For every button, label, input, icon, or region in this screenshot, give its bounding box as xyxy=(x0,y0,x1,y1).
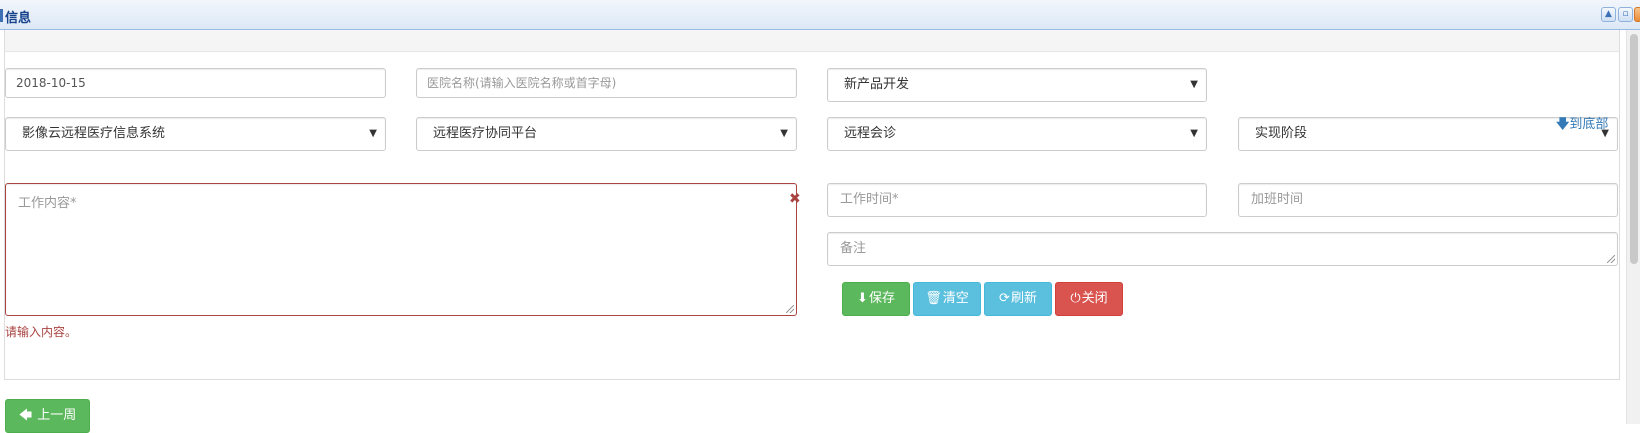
refresh-icon: ⟳ xyxy=(999,291,1010,306)
platform-select[interactable]: 远程医疗协同平台 ▼ xyxy=(416,117,797,151)
work-time-placeholder: 工作时间* xyxy=(840,192,899,207)
restore-icon[interactable]: ▫ xyxy=(1618,7,1633,22)
overtime-input[interactable]: 加班时间 xyxy=(1238,183,1618,217)
chevron-down-icon: ▼ xyxy=(1190,79,1198,90)
system-selected: 影像云远程医疗信息系统 xyxy=(22,126,166,141)
arrow-left-icon: 🡄 xyxy=(18,408,33,423)
title-accent-bar xyxy=(0,9,3,22)
prev-week-button[interactable]: 🡄 上一周 xyxy=(5,399,90,433)
category-selected: 新产品开发 xyxy=(844,77,910,92)
scrollbar-thumb[interactable] xyxy=(1630,34,1638,264)
work-time-input[interactable]: 工作时间* xyxy=(827,183,1207,217)
download-icon: ⬇ xyxy=(857,291,868,306)
save-button[interactable]: ⬇保存 xyxy=(842,282,910,316)
panel-header-stripe xyxy=(5,30,1619,52)
to-bottom-label: 到底部 xyxy=(1569,117,1609,132)
remark-placeholder: 备注 xyxy=(840,241,867,256)
trash-icon: 🗑 xyxy=(925,291,942,306)
hospital-placeholder: 医院名称(请输入医院名称或首字母) xyxy=(427,76,617,90)
arrow-down-icon: 🡇 xyxy=(1556,117,1570,132)
work-content-placeholder: 工作内容* xyxy=(18,196,77,211)
clear-button[interactable]: 🗑清空 xyxy=(913,282,981,316)
collapse-icon[interactable]: ▲ xyxy=(1601,7,1616,22)
resize-grip[interactable] xyxy=(786,305,794,313)
chevron-down-icon: ▼ xyxy=(780,128,788,139)
refresh-label: 刷新 xyxy=(1010,291,1037,306)
save-label: 保存 xyxy=(868,291,895,306)
work-content-textarea[interactable]: 工作内容* xyxy=(5,183,797,316)
overtime-placeholder: 加班时间 xyxy=(1251,192,1304,207)
clear-label: 清空 xyxy=(942,291,969,306)
resize-grip[interactable] xyxy=(1607,255,1615,263)
module-select[interactable]: 远程会诊 ▼ xyxy=(827,117,1207,151)
module-selected: 远程会诊 xyxy=(844,126,897,141)
window-titlebar: 信息 ▲ ▫ xyxy=(0,0,1640,30)
system-select[interactable]: 影像云远程医疗信息系统 ▼ xyxy=(5,117,386,151)
close-icon[interactable] xyxy=(1634,7,1640,22)
prev-week-label: 上一周 xyxy=(37,408,77,423)
platform-selected: 远程医疗协同平台 xyxy=(433,126,538,141)
date-input[interactable]: 2018-10-15 xyxy=(5,68,386,98)
category-select[interactable]: 新产品开发 ▼ xyxy=(827,68,1207,102)
stage-selected: 实现阶段 xyxy=(1255,126,1308,141)
chevron-down-icon: ▼ xyxy=(369,128,377,139)
close-button[interactable]: ⏻关闭 xyxy=(1055,282,1123,316)
chevron-down-icon: ▼ xyxy=(1190,128,1198,139)
vertical-scrollbar[interactable] xyxy=(1626,30,1640,424)
error-x-icon: ✖ xyxy=(789,191,801,207)
window-title: 信息 xyxy=(5,11,32,26)
close-label: 关闭 xyxy=(1081,291,1108,306)
to-bottom-link[interactable]: 🡇到底部 xyxy=(1556,113,1608,137)
hospital-input[interactable]: 医院名称(请输入医院名称或首字母) xyxy=(416,68,797,98)
power-icon: ⏻ xyxy=(1070,291,1081,306)
work-content-error: 请输入内容。 xyxy=(5,325,78,339)
date-value: 2018-10-15 xyxy=(16,76,86,90)
remark-textarea[interactable]: 备注 xyxy=(827,232,1618,266)
refresh-button[interactable]: ⟳刷新 xyxy=(984,282,1052,316)
